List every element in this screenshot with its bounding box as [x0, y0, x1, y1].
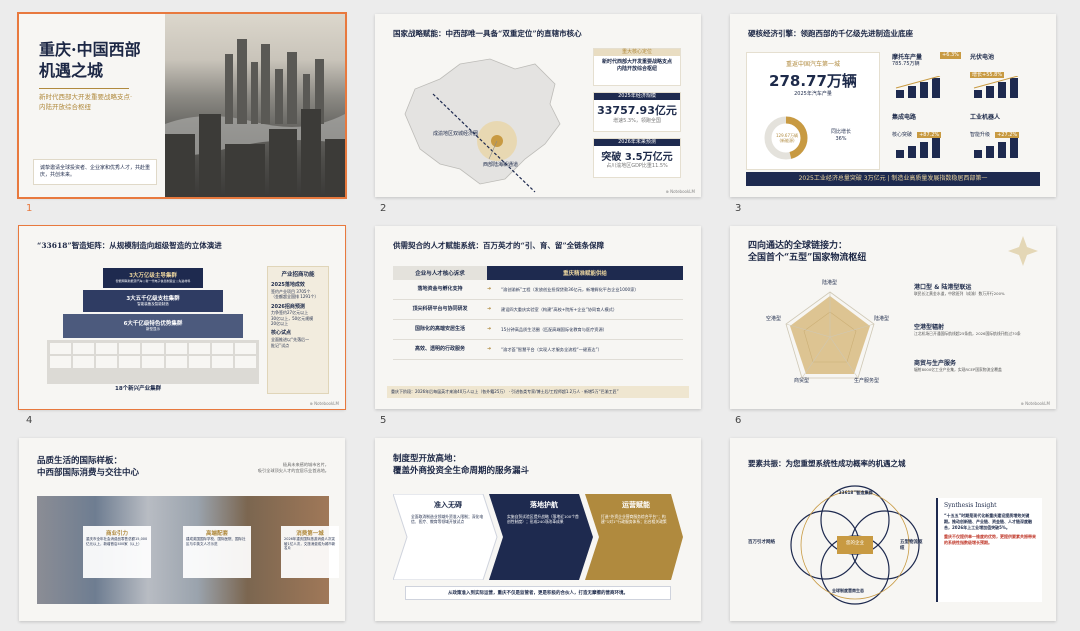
bar-icon-robot [974, 138, 1018, 158]
pyramid-tier-3: 6大千亿级特色优势集群 新型显示 [63, 314, 243, 338]
bar-icon-motorcycle [895, 76, 941, 98]
slide-number-3: 3 [735, 203, 742, 214]
stat-card-forecast: 2026年未来预测 突破 3.5万亿元 占川渝地区GDP比重11.5% [593, 138, 681, 178]
slide-thumbnail-5[interactable]: 供需契合的人才赋能系统：百万英才的“引、育、留”全链条保障 企业与人才核心诉求 … [375, 226, 701, 409]
table-header-needs: 企业与人才核心诉求 [393, 266, 487, 280]
slide8-title: 制度型开放高地： 覆盖外商投资全生命周期的服务漏斗 [393, 454, 530, 476]
logistics-radar-chart [785, 291, 875, 379]
logistics-item-trade: 商贸与生产服务 辐射8000亿工业产业集，实现RCEP国家物流全覆盖 [914, 360, 1002, 372]
radar-axis-label: 陆港型 [822, 280, 838, 286]
growth-stat: 同比增长 36% [831, 129, 852, 142]
auto-card: 重返中国汽车第一城 278.77万辆 2025年汽车产量 129.67万辆 (新能… [746, 52, 880, 170]
bar-icon-ic [896, 138, 940, 158]
slide6-title: 四向通达的全球链接力： 全国首个“五型”国家物流枢纽 [748, 241, 867, 264]
venn-label-top: “33618”智造集群 [836, 490, 873, 495]
table-header-supply: 重庆精准赋能供给 [487, 266, 683, 280]
bar-icon-solar [973, 76, 1019, 98]
slide-thumbnail-2[interactable]: 国家战略赋能：中西部唯一具备“双重定位”的直辖市核心 成渝地区双城经济圈 西部陆… [375, 14, 701, 197]
slide3-title: 硬核经济引擎：领跑西部的千亿级先进制造业底座 [748, 29, 913, 38]
table-row: 国际化的高端安居生活 ➜ 15分钟高品质生活圈（匹配高端国际化教育与医疗资源） [393, 320, 683, 340]
notebooklm-watermark: ⊕ NotebookLM [665, 189, 695, 194]
stat-card-gdp: 2025年经济规模 33757.93亿元 增速5.3%，领跑全国 [593, 92, 681, 132]
slide4-title: “33618”智造矩阵：从规模制造向超级智造的立体演进 [37, 241, 222, 250]
china-map [404, 58, 561, 193]
slide3-footer-banner: 2025工业经济总量突破 3万亿元 | 制造业高质量发展指数稳居西部第一 [746, 172, 1040, 186]
logistics-item-airport: 空港型辐射 江北机场已开通国际航线超25条航，2026国际航线开航过70条 [914, 324, 1021, 336]
funnel-step-operation: 运营赋能 打造“外资企业营商服务综合平台”；构建“1对1”行政服务体系；出台相关… [601, 501, 667, 525]
slide7-side-note: 极具未来感的城市名片， 吸引全球顶尖人才的宜居乐业首选地。 [257, 462, 329, 473]
compass-icon [1008, 236, 1038, 266]
map-label-chengyu: 成渝地区双城经济圈 [433, 131, 479, 137]
pyramid-tier-4-grid [47, 340, 259, 384]
slide-thumbnail-7[interactable]: 品质生活的国际样板： 中西部国际消费与交往中心 极具未来感的城市名片， 吸引全球顶尖… [19, 438, 345, 621]
notebooklm-watermark: ⊕ NotebookLM [309, 401, 339, 406]
funnel-step-entry: 准入无碍 全面取消制造业领域外资准入限制；深化电信、医疗、教育等领域开放试点 [411, 501, 484, 525]
card-commercial: 商业引力 重庆市全年社会消费品零售总额15,000亿元以上，新增首店400家（以… [83, 526, 151, 578]
slide-number-1: 1 [26, 203, 33, 214]
slide5-title: 供需契合的人才赋能系统：百万英才的“引、育、留”全链条保障 [393, 241, 605, 250]
skyline-graphic [165, 39, 345, 197]
table-row: 顶尖科研平台与协同研发 ➜ 建设四大重庆实验室（构建“高校+院所+企业”协同育人… [393, 300, 683, 320]
tier-4-label: 18个新兴产业集群 [115, 386, 162, 392]
venn-label-bottom: 全球制度营商生态 [832, 588, 864, 593]
slide-thumbnail-4[interactable]: “33618”智造矩阵：从规模制造向超级智造的立体演进 3大万亿级主导集群 智能… [18, 225, 346, 410]
donut-label: 129.67万辆 (新能源) [776, 133, 798, 144]
card-consumption: 消费第一城 2026年重庆国际旅游消费人次突破1亿人次，文旅消费成为城市新名片 [281, 526, 339, 578]
map-label-corridor: 西部陆海新通道 [483, 162, 519, 168]
slide-thumbnail-6[interactable]: 四向通达的全球链接力： 全国首个“五型”国家物流枢纽 陆港型 陆港型 生产服务型 … [730, 226, 1056, 409]
table-row: 高效、透明的行政服务 ➜ “渝才荟”智慧平台（实现人才服务全流程“一键直达”） [393, 340, 683, 360]
slide-number-2: 2 [380, 203, 387, 214]
radar-axis-label: 商贸型 [794, 378, 810, 384]
venn-center-label: 您的企业 [846, 541, 864, 546]
slide-thumbnail-8[interactable]: 制度型开放高地： 覆盖外商投资全生命周期的服务漏斗 准入无碍 全面取消制造业领域外… [375, 438, 701, 621]
talent-table: 企业与人才核心诉求 重庆精准赋能供给 落地资金与孵化支持 ➜ “渝创渝新”工程（… [393, 266, 683, 360]
slide8-footer: 从政策准入到实际运营，重庆不仅是监管者，更是积极的合伙人，打造无摩擦的营商环境。 [405, 586, 671, 600]
slide-number-5: 5 [380, 415, 387, 426]
venn-label-right: 五型物流枢纽 [900, 540, 923, 551]
slide9-title: 要素共振：为您重塑系统性成功概率的机遇之城 [748, 459, 906, 468]
venn-label-left: 百万引才网络 [748, 540, 775, 545]
slide-thumbnail-3[interactable]: 硬核经济引擎：领跑西部的千亿级先进制造业底座 重返中国汽车第一城 278.77万… [730, 14, 1056, 197]
radar-axis-label: 生产服务型 [854, 378, 880, 384]
slide-thumbnail-9[interactable]: 要素共振：为您重塑系统性成功概率的机遇之城 “33618”智造集群 百万引才网络… [730, 438, 1056, 621]
slide2-title: 国家战略赋能：中西部唯一具备“双重定位”的直辖市核心 [393, 29, 582, 38]
table-row: 落地资金与孵化支持 ➜ “渝创渝新”工程（发放创业担保贷款36亿元，新增孵化平台… [393, 280, 683, 300]
radar-axis-label: 空港型 [766, 316, 782, 322]
stat-card-positioning: 重大核心定位 新时代西部大开发重要战略支点 内陆开放综合枢纽 [593, 48, 681, 86]
slide5-footer-bar: 重庆下阶段：2026年后每届英才来渝40万人以上（各外籍25万） · 引进各类专… [387, 386, 689, 398]
slide-thumbnail-1[interactable]: 重庆·中国西部 机遇之城 新时代西部大开发重要战略支点· 内陆开放综合枢纽 诚挚邀请… [17, 12, 347, 199]
investment-side-panel: 产业招商功能 2025落地成效 签约产业项目 3705个 （金额超全国排 129… [267, 266, 329, 394]
funnel-step-landing: 落地护航 实施自贸试验区提升战略（落地近100个首创性制度）；形成240项改革成… [507, 501, 579, 525]
slide7-title: 品质生活的国际样板： 中西部国际消费与交往中心 [37, 456, 140, 478]
slide1-subtitle: 新时代西部大开发重要战略支点· 内陆开放综合枢纽 [39, 93, 133, 111]
title-divider [39, 88, 129, 89]
card-amenities: 高端配套 建成英国国际学校、国际医院、国际社区与中英文人才示范 [183, 526, 251, 578]
slide1-title: 重庆·中国西部 机遇之城 [39, 40, 141, 80]
slide-number-6: 6 [735, 415, 742, 426]
synthesis-insight-card: Synthesis Insight “十五五”时期是现代化新重庆建设提质增效关键… [936, 498, 1042, 602]
invitation-note: 诚挚邀请全球投资者、企业家和优秀人才，共赴重庆，共创未来。 [33, 159, 157, 185]
logistics-item-port: 港口型 & 陆港型联运 联民长江黄金水道，中欧班列（成渝）数万开行200% [914, 284, 1005, 296]
slide-number-4: 4 [26, 415, 33, 426]
pyramid-tier-2: 3大五千亿级支柱集群 智能装备及智能制造 [83, 290, 223, 312]
radar-axis-label: 陆港型 [874, 316, 890, 322]
city-photo [165, 14, 345, 197]
notebooklm-watermark: ⊕ NotebookLM [1020, 401, 1050, 406]
pyramid-tier-1: 3大万亿级主导集群 智能网联新能源汽车 | 新一代电子信息制造业 | 先进材料 [103, 268, 203, 288]
